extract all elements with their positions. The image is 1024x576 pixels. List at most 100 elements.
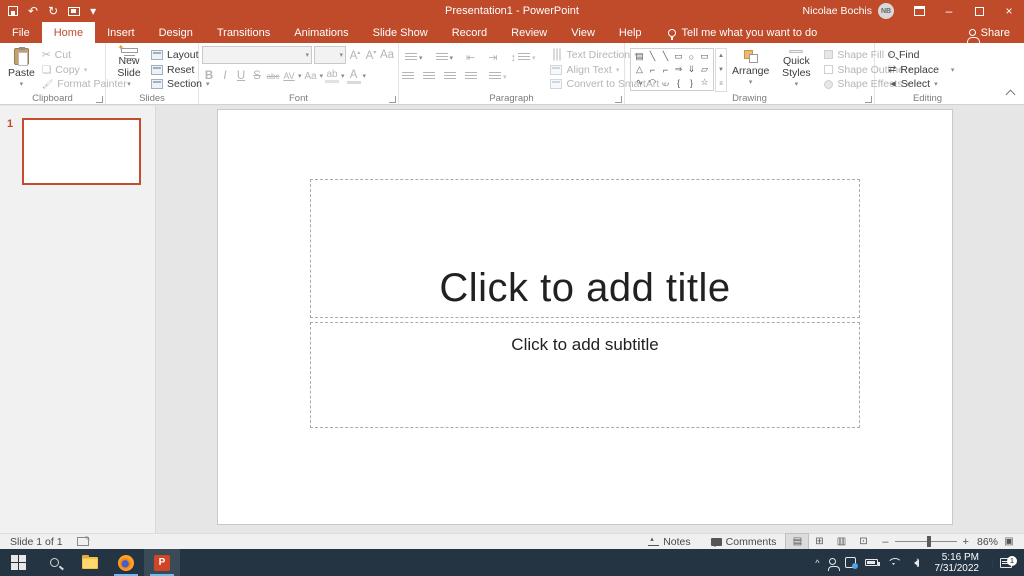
character-spacing-button[interactable]: AV [282,71,296,81]
paragraph-dialog-launcher-icon[interactable] [615,96,622,103]
zoom-in-button[interactable]: + [963,536,969,548]
redo-icon[interactable]: ↻ [48,5,58,17]
fit-slide-to-window-button[interactable]: ▣ [998,534,1020,549]
reading-view-button[interactable]: ▥ [830,534,852,549]
restore-button[interactable] [964,0,994,22]
highlight-color-button[interactable]: ab [325,69,339,83]
tab-home[interactable]: Home [42,22,95,43]
underline-button[interactable]: U [234,70,248,82]
replace-button[interactable]: ⇄ Replace ▾ [886,63,956,77]
volume-icon[interactable] [910,559,922,567]
shape-right-brace-icon[interactable]: } [685,76,698,89]
close-button[interactable]: × [994,0,1024,22]
gallery-up-icon[interactable]: ▲ [716,49,726,63]
shape-triangle-icon[interactable]: △ [633,63,646,76]
customize-qat-icon[interactable]: ▾ [90,5,96,17]
file-explorer-button[interactable] [72,549,108,576]
gallery-more-icon[interactable]: ≡ [716,77,726,91]
drawing-dialog-launcher-icon[interactable] [865,96,872,103]
font-color-button[interactable]: A [347,69,361,84]
shape-arrow-line-icon[interactable]: ╲ [659,50,672,63]
slide-show-button[interactable]: ⊡ [852,534,874,549]
tab-help[interactable]: Help [607,22,654,43]
action-center-button[interactable]: 1 [992,558,1018,568]
paste-button[interactable]: Paste ▾ [3,46,40,91]
align-center-button[interactable] [423,72,435,81]
ribbon-display-options-button[interactable] [904,0,934,22]
decrease-indent-button[interactable]: ⇤ [463,50,478,65]
highlight-dropdown-icon[interactable]: ▾ [341,72,345,80]
shape-line-icon[interactable]: ╲ [646,50,659,63]
slide-canvas[interactable]: Click to add title Click to add subtitle [218,110,952,524]
account-name[interactable]: Nicolae Bochis [803,5,872,17]
tab-animations[interactable]: Animations [282,22,360,43]
font-size-combo[interactable]: ▾ [314,46,346,64]
tab-review[interactable]: Review [499,22,559,43]
shape-star-icon[interactable]: ☆ [698,76,711,89]
shape-right-arrow-icon[interactable]: ⇒ [672,63,685,76]
select-button[interactable]: ▲ Select ▾ [886,77,956,91]
zoom-slider-thumb[interactable] [927,536,931,547]
clear-formatting-button[interactable]: Aa [380,49,394,61]
bullets-button[interactable]: ▾ [402,52,426,63]
taskbar-search-button[interactable] [36,549,72,576]
zoom-out-button[interactable]: – [882,536,888,548]
shape-elbow-connector-icon[interactable]: ⌐ [646,63,659,76]
gallery-down-icon[interactable]: ▼ [716,63,726,77]
tray-contact-icon[interactable] [829,558,836,567]
tab-view[interactable]: View [559,22,607,43]
change-case-button[interactable]: Aa [304,71,318,82]
tray-app-notification-icon[interactable] [845,557,856,568]
minimize-button[interactable]: – [934,0,964,22]
tab-insert[interactable]: Insert [95,22,147,43]
shape-gallery[interactable]: ▤ ╲ ╲ ▭ ○ ▭ △ ⌐ ⌐ ⇒ ⇓ ▱ ∿ ◠ ◡ { } ☆ [630,48,714,91]
firefox-button[interactable] [108,549,144,576]
tab-transitions[interactable]: Transitions [205,22,282,43]
change-case-dropdown-icon[interactable]: ▾ [320,72,324,80]
share-button[interactable]: Share [955,22,1024,43]
comments-button[interactable]: Comments [701,534,787,549]
collapse-ribbon-icon[interactable] [1006,90,1016,100]
shape-elbow-arrow-icon[interactable]: ⌐ [659,63,672,76]
bold-button[interactable]: B [202,70,216,82]
title-placeholder[interactable]: Click to add title [310,179,860,318]
paste-dropdown-icon[interactable]: ▾ [20,81,24,89]
shape-oval-icon[interactable]: ○ [685,50,698,63]
shape-rounded-rectangle-icon[interactable]: ▭ [698,50,711,63]
shape-down-arrow-icon[interactable]: ⇓ [685,63,698,76]
start-slideshow-icon[interactable] [68,7,80,16]
slide-sorter-view-button[interactable]: ⊞ [808,534,830,549]
grow-font-button[interactable]: A▴ [348,49,362,62]
powerpoint-button[interactable]: P [144,549,180,576]
font-name-combo[interactable]: ▾ [202,46,312,64]
wifi-icon[interactable] [887,558,901,568]
font-dialog-launcher-icon[interactable] [389,96,396,103]
avatar[interactable]: NB [878,3,894,19]
save-icon[interactable] [8,6,18,16]
tell-me-box[interactable]: Tell me what you want to do [668,22,818,43]
quick-styles-button[interactable]: Quick Styles ▾ [774,46,818,91]
taskbar-clock[interactable]: 5:16 PM 7/31/2022 [931,552,984,574]
justify-button[interactable] [465,72,477,81]
increase-indent-button[interactable]: ⇥ [485,50,500,65]
undo-icon[interactable]: ↶ [28,5,38,17]
tab-file[interactable]: File [0,22,42,43]
display-settings-icon[interactable] [77,537,89,546]
zoom-level[interactable]: 86% [977,536,998,548]
tab-slide-show[interactable]: Slide Show [361,22,440,43]
line-spacing-button[interactable]: ↕▾ [507,51,538,65]
new-slide-button[interactable]: New Slide ▾ [109,46,149,91]
text-shadow-button[interactable]: abc [266,72,280,81]
italic-button[interactable]: I [218,70,232,82]
shrink-font-button[interactable]: A▾ [364,49,378,62]
notes-button[interactable]: Notes [638,534,700,549]
zoom-slider[interactable] [895,541,957,542]
find-button[interactable]: Find [886,48,956,62]
shape-scribble-icon[interactable]: ∿ [633,76,646,89]
normal-view-button[interactable]: ▤ [786,534,808,549]
align-left-button[interactable] [402,72,414,81]
columns-button[interactable]: ▾ [486,71,510,82]
subtitle-placeholder[interactable]: Click to add subtitle [310,322,860,428]
font-color-dropdown-icon[interactable]: ▾ [363,72,367,80]
start-button[interactable] [0,549,36,576]
